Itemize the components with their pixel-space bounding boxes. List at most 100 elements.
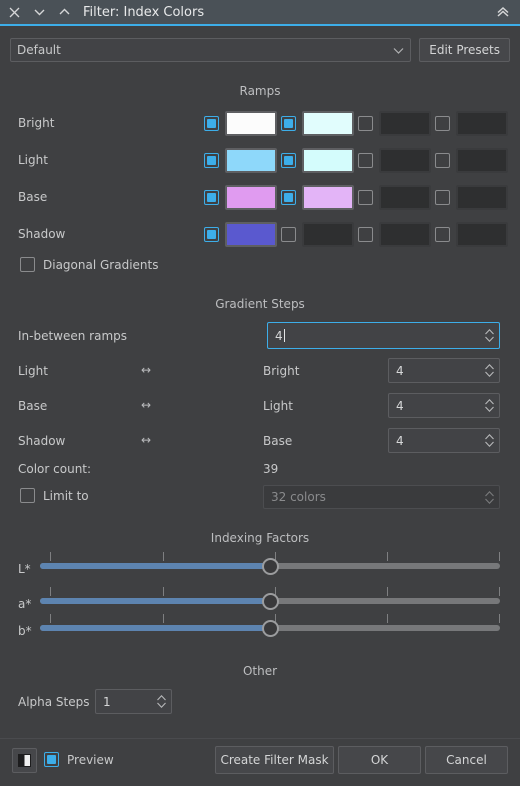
titlebar: Filter: Index Colors [0,0,520,26]
ramp-swatch-1[interactable] [302,148,354,173]
edit-presets-button[interactable]: Edit Presets [419,38,510,62]
ramp-swatch-0[interactable] [225,185,277,210]
ramp-swatch-1[interactable] [302,185,354,210]
slider-b-star[interactable] [40,614,500,637]
ramp-swatch-0[interactable] [225,148,277,173]
ramp-swatch-0[interactable] [225,222,277,247]
preview-label: Preview [67,752,114,767]
ramp-swatch-2[interactable] [379,185,431,210]
slider-fill [40,598,275,604]
ramp-swatch-3[interactable] [456,148,508,173]
ramp-checkbox-1[interactable] [281,153,296,168]
limit-to-value: 32 colors [271,490,326,504]
pair-right-label-1: Light [263,399,293,413]
slider-label-a: a* [18,597,32,611]
alpha-steps-label: Alpha Steps [18,695,90,709]
spinner-arrows-icon[interactable] [484,398,495,413]
ramp-checkbox-1[interactable] [281,116,296,131]
indexing-factors-heading: Indexing Factors [210,531,310,545]
ramp-checkbox-1[interactable] [281,227,296,242]
close-icon[interactable] [3,1,25,23]
ramp-swatch-3[interactable] [456,222,508,247]
ramp-checkbox-3[interactable] [435,227,450,242]
slider-handle[interactable] [262,593,279,610]
ramp-swatch-3[interactable] [456,111,508,136]
pair-left-label-2: Shadow [18,434,66,448]
cancel-button[interactable]: Cancel [425,746,508,774]
slider-label-l: L* [18,562,31,576]
preset-combobox[interactable]: Default [10,38,412,62]
ramp-label: Light [18,153,48,167]
pair-right-label-0: Bright [263,364,300,378]
gradient-steps-value-0: 4 [396,363,404,378]
gradient-steps-spinbox-0[interactable]: 4 [388,358,500,383]
preset-row: Default Edit Presets [10,38,510,62]
spinner-arrows-icon[interactable] [484,433,495,448]
ramp-checkbox-2[interactable] [358,116,373,131]
text-cursor [283,328,285,342]
spinner-arrows-icon[interactable] [156,694,167,709]
color-count-value: 39 [263,462,279,476]
ramp-checkbox-0[interactable] [204,153,219,168]
create-filter-mask-button[interactable]: Create Filter Mask [215,746,334,774]
checkbox-box [44,752,59,767]
alpha-steps-value: 1 [103,694,111,709]
ramps-heading: Ramps [239,84,281,98]
gradient-steps-spinbox-2[interactable]: 4 [388,428,500,453]
pair-right-label-2: Base [263,434,293,448]
split-view-icon[interactable] [12,748,37,773]
ramp-checkbox-2[interactable] [358,153,373,168]
limit-to-spinbox: 32 colors [263,485,500,509]
color-count-label: Color count: [18,462,92,476]
slider-fill [40,563,275,569]
double-chevron-up-icon[interactable] [492,1,514,23]
limit-to-checkbox[interactable]: Limit to [20,488,89,503]
ramp-label: Base [18,190,48,204]
chevron-up-icon[interactable] [53,1,75,23]
ramp-swatch-2[interactable] [379,148,431,173]
checkbox-box [20,257,35,272]
ramp-checkbox-0[interactable] [204,190,219,205]
slider-handle[interactable] [262,620,279,637]
gradient-steps-heading: Gradient Steps [215,297,305,311]
gradient-steps-spinbox-1[interactable]: 4 [388,393,500,418]
gradient-steps-value-1: 4 [396,398,404,413]
ramp-row-light: Light [0,148,520,174]
chevron-down-icon[interactable] [28,1,50,23]
ramp-checkbox-3[interactable] [435,116,450,131]
in-between-ramps-spinbox[interactable]: 4 [267,322,500,349]
ramp-checkbox-0[interactable] [204,227,219,242]
alpha-steps-spinbox[interactable]: 1 [95,689,172,714]
ramp-swatch-2[interactable] [379,222,431,247]
pair-left-label-0: Light [18,364,48,378]
slider-l-star[interactable] [40,552,500,575]
ramp-row-bright: Bright [0,111,520,137]
ramp-checkbox-2[interactable] [358,190,373,205]
spinner-arrows-icon[interactable] [484,363,495,378]
ramp-checkbox-3[interactable] [435,153,450,168]
ramp-swatch-1[interactable] [302,222,354,247]
other-heading: Other [242,664,278,678]
preview-checkbox[interactable]: Preview [44,752,114,767]
ramp-swatch-0[interactable] [225,111,277,136]
spinner-arrows-icon[interactable] [484,328,495,343]
ramp-checkbox-1[interactable] [281,190,296,205]
ramp-checkbox-3[interactable] [435,190,450,205]
ramp-checkbox-0[interactable] [204,116,219,131]
slider-a-star[interactable] [40,587,500,610]
gradient-steps-value-2: 4 [396,433,404,448]
slider-fill [40,625,275,631]
ramp-swatch-1[interactable] [302,111,354,136]
ramp-row-shadow: Shadow [0,222,520,248]
filter-index-colors-dialog: Filter: Index Colors Default Edit Preset… [0,0,520,786]
bidirectional-arrow-icon: ↔ [141,433,152,447]
ramp-swatch-3[interactable] [456,185,508,210]
window-title: Filter: Index Colors [83,4,205,20]
in-between-ramps-label: In-between ramps [18,329,128,343]
slider-label-b: b* [18,624,32,638]
diagonal-gradients-checkbox[interactable]: Diagonal Gradients [20,257,158,272]
ramp-swatch-2[interactable] [379,111,431,136]
slider-handle[interactable] [262,558,279,575]
ramp-checkbox-2[interactable] [358,227,373,242]
ok-button[interactable]: OK [338,746,421,774]
